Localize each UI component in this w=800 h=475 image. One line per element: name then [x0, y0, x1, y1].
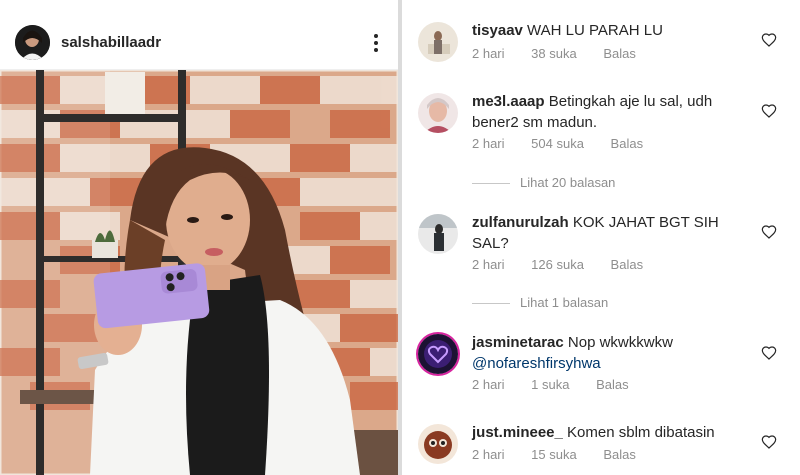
comment-username[interactable]: jasminetarac: [472, 334, 564, 351]
avatar[interactable]: [418, 424, 458, 464]
comment-username[interactable]: tisyaav: [472, 22, 523, 39]
comment-time: 2 hari: [472, 46, 505, 61]
comment-text: me3l.aaap Betingkah aje lu sal, udh bene…: [472, 91, 742, 133]
more-options-icon[interactable]: [366, 32, 386, 54]
avatar[interactable]: [418, 334, 458, 374]
comment-meta: 2 hari 15 suka Balas: [472, 447, 659, 462]
comment-meta: 2 hari 38 suka Balas: [472, 46, 659, 61]
reply-button[interactable]: Balas: [611, 136, 644, 151]
comment-username[interactable]: zulfanurulzah: [472, 214, 569, 231]
view-replies-button[interactable]: Lihat 1 balasan: [472, 295, 608, 310]
comment-likes[interactable]: 38 suka: [531, 46, 577, 61]
heart-icon[interactable]: [761, 103, 777, 119]
comment-likes[interactable]: 504 suka: [531, 136, 584, 151]
reply-button[interactable]: Balas: [603, 447, 636, 462]
heart-icon[interactable]: [761, 434, 777, 450]
avatar[interactable]: [418, 22, 458, 62]
phone: [93, 263, 210, 329]
reply-button[interactable]: Balas: [596, 377, 629, 392]
comment-meta: 2 hari 1 suka Balas: [472, 377, 652, 392]
avatar[interactable]: [418, 214, 458, 254]
comment-time: 2 hari: [472, 377, 505, 392]
view-replies-label: Lihat 1 balasan: [520, 295, 609, 310]
comment-time: 2 hari: [472, 447, 505, 462]
reply-button[interactable]: Balas: [611, 257, 644, 272]
comment-likes[interactable]: 126 suka: [531, 257, 584, 272]
avatar[interactable]: [15, 25, 50, 60]
post-header: salshabillaadr: [0, 0, 398, 70]
comment-likes[interactable]: 15 suka: [531, 447, 577, 462]
comment-text: jasminetarac Nop wkwkkwkw @nofareshfirsy…: [472, 332, 742, 374]
comment-text: zulfanurulzah KOK JAHAT BGT SIH SAL?: [472, 212, 742, 254]
post-username[interactable]: salshabillaadr: [61, 34, 161, 51]
avatar[interactable]: [418, 93, 458, 133]
heart-icon[interactable]: [761, 345, 777, 361]
post-photo[interactable]: [0, 70, 398, 475]
reply-button[interactable]: Balas: [603, 46, 636, 61]
comment-likes[interactable]: 1 suka: [531, 377, 569, 392]
comment-username[interactable]: just.mineee_: [472, 424, 563, 441]
comment-meta: 2 hari 126 suka Balas: [472, 257, 666, 272]
comment-username[interactable]: me3l.aaap: [472, 93, 545, 110]
comment-body: Komen sblm dibatasin: [567, 424, 715, 441]
comment-body: WAH LU PARAH LU: [527, 22, 663, 39]
comment-time: 2 hari: [472, 257, 505, 272]
comment-body: Nop wkwkkwkw: [567, 334, 673, 351]
profile-photo-icon: [15, 25, 50, 60]
heart-icon[interactable]: [761, 224, 777, 240]
mention-link[interactable]: @nofareshfirsyhwa: [472, 355, 601, 372]
comment-meta: 2 hari 504 suka Balas: [472, 136, 666, 151]
view-replies-label: Lihat 20 balasan: [520, 175, 616, 190]
view-replies-button[interactable]: Lihat 20 balasan: [472, 175, 615, 190]
comments-panel: tisyaav WAH LU PARAH LU 2 hari 38 suka B…: [402, 0, 800, 475]
comment-text: just.mineee_ Komen sblm dibatasin: [472, 422, 742, 443]
heart-icon[interactable]: [761, 32, 777, 48]
post-panel: salshabillaadr: [0, 0, 398, 475]
comment-text: tisyaav WAH LU PARAH LU: [472, 20, 742, 41]
comment-time: 2 hari: [472, 136, 505, 151]
